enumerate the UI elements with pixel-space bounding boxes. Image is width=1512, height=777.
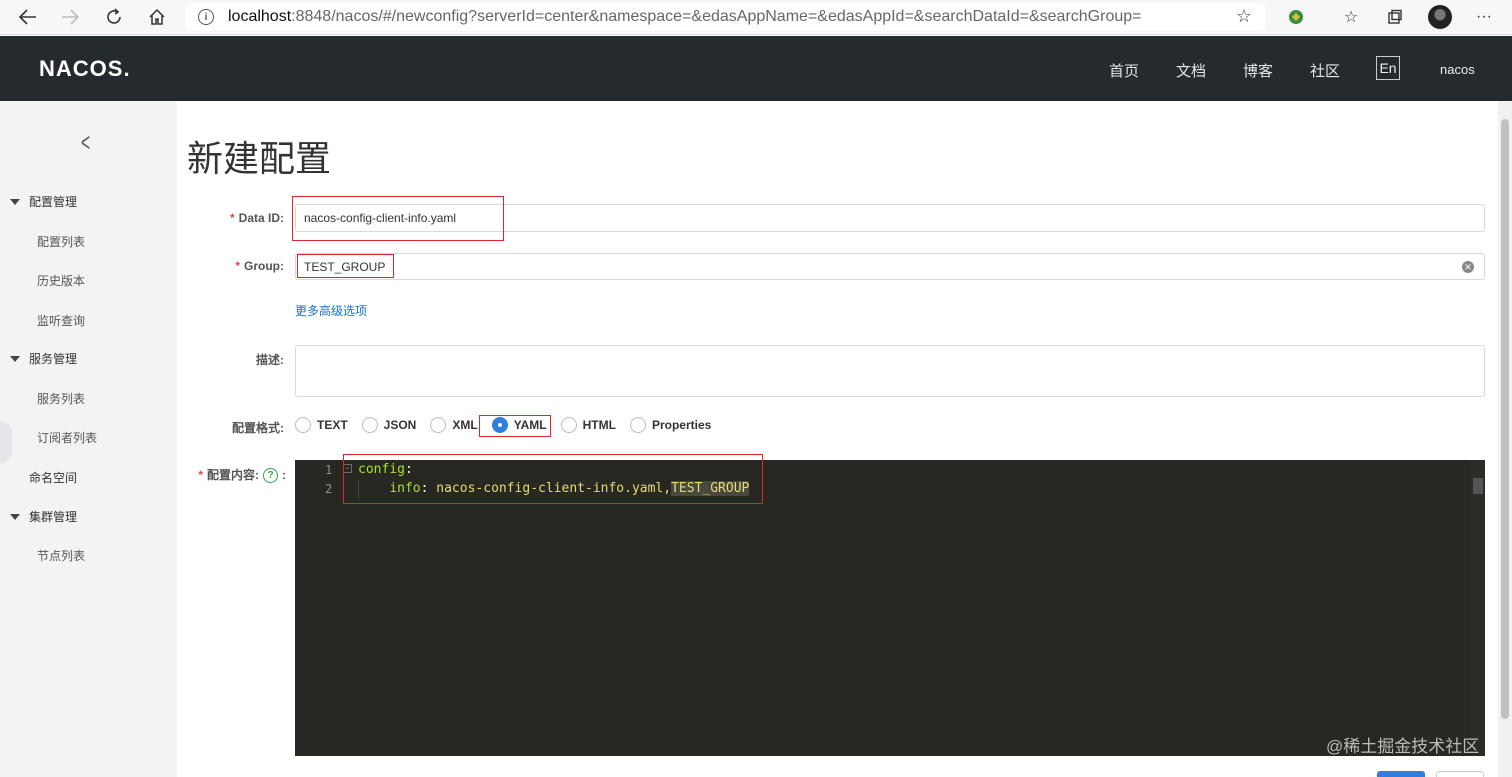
- sidebar-item-namespace[interactable]: 命名空间: [29, 469, 77, 486]
- home-icon[interactable]: [144, 5, 170, 29]
- group-input[interactable]: TEST_GROUP ✕: [295, 253, 1485, 280]
- editor-gutter: [295, 460, 340, 756]
- sidebar-group-cluster[interactable]: 集群管理: [10, 508, 77, 525]
- radio-label: Properties: [651, 418, 712, 432]
- nav-blog[interactable]: 博客: [1243, 60, 1273, 81]
- sidebar-group-config[interactable]: 配置管理: [10, 193, 77, 210]
- sidebar-group-label: 集群管理: [29, 510, 78, 524]
- page-title: 新建配置: [187, 138, 332, 179]
- description-textarea[interactable]: [295, 345, 1485, 397]
- browser-toolbar: i localhost:8848/nacos/#/newconfig?serve…: [0, 0, 1512, 35]
- radio-html[interactable]: HTML: [560, 417, 616, 433]
- sidebar-scroll-mark: [0, 421, 12, 463]
- description-label: 描述:: [256, 353, 284, 367]
- annotation-box-content: [343, 454, 763, 504]
- radio-label: TEXT: [317, 418, 348, 432]
- page-scrollbar[interactable]: [1498, 101, 1512, 777]
- help-icon[interactable]: ?: [263, 468, 278, 484]
- line-number: 1: [325, 463, 333, 477]
- info-icon[interactable]: i: [198, 9, 214, 25]
- sidebar: < 配置管理 配置列表 历史版本 监听查询 服务管理 服务列表 订阅者列表 命名…: [0, 101, 177, 777]
- sidebar-item-listener[interactable]: 监听查询: [37, 312, 85, 329]
- language-toggle[interactable]: En: [1376, 56, 1400, 80]
- nacos-logo[interactable]: NACOS.: [39, 56, 131, 82]
- clear-icon[interactable]: ✕: [1462, 261, 1474, 273]
- content-label-text: 配置内容:: [207, 468, 259, 482]
- back-arrow-icon[interactable]: [15, 5, 41, 29]
- url-path: :8848/nacos/#/newconfig?serverId=center&…: [291, 8, 1142, 25]
- group-label-text: Group:: [244, 259, 284, 273]
- radio-json[interactable]: JSON: [361, 417, 417, 433]
- page-scroll-thumb[interactable]: [1501, 119, 1509, 719]
- advanced-options-link[interactable]: 更多高级选项: [295, 302, 367, 319]
- extension-icon[interactable]: [1282, 4, 1310, 30]
- format-label: 配置格式:: [232, 421, 284, 435]
- line-number: 2: [325, 482, 333, 496]
- sidebar-item-subscribers[interactable]: 订阅者列表: [37, 429, 97, 446]
- user-name[interactable]: nacos: [1440, 62, 1475, 77]
- content-label: * 配置内容:?:: [186, 466, 286, 484]
- nav-community[interactable]: 社区: [1310, 60, 1340, 81]
- collapse-sidebar-icon[interactable]: <: [81, 127, 90, 158]
- url-host: localhost: [228, 8, 292, 25]
- radio-circle: [430, 417, 447, 433]
- required-mark: *: [198, 468, 203, 482]
- radio-circle: [629, 417, 646, 433]
- collections-icon[interactable]: [1381, 4, 1409, 30]
- sidebar-group-label: 服务管理: [29, 352, 78, 366]
- radio-label: JSON: [383, 418, 417, 432]
- sidebar-item-service-list[interactable]: 服务列表: [37, 390, 85, 407]
- refresh-icon[interactable]: [101, 5, 127, 29]
- radio-circle: [361, 417, 378, 433]
- editor-scrollbar[interactable]: [1471, 460, 1485, 756]
- required-mark: *: [229, 211, 235, 225]
- code-editor[interactable]: 1 2 - config: info: nacos-config-client-…: [295, 460, 1485, 756]
- annotation-box-group: [297, 254, 394, 278]
- caret-down-icon: [10, 198, 20, 205]
- nav-docs[interactable]: 文档: [1176, 60, 1206, 81]
- annotation-box-dataid: [292, 196, 504, 241]
- forward-arrow-icon[interactable]: [57, 5, 83, 29]
- radio-circle: [560, 417, 577, 433]
- back-button[interactable]: [1436, 771, 1484, 777]
- app-header: NACOS. 首页 文档 博客 社区 En nacos: [0, 36, 1512, 101]
- radio-label: HTML: [582, 418, 616, 432]
- sidebar-group-service[interactable]: 服务管理: [10, 350, 77, 367]
- address-bar[interactable]: i localhost:8848/nacos/#/newconfig?serve…: [186, 3, 1266, 31]
- caret-down-icon: [10, 355, 20, 362]
- data-id-label: * Data ID:: [200, 211, 284, 225]
- radio-text[interactable]: TEXT: [295, 417, 348, 433]
- editor-scroll-thumb[interactable]: [1473, 478, 1483, 494]
- radio-xml[interactable]: XML: [430, 417, 478, 433]
- caret-down-icon: [10, 513, 20, 520]
- group-label: * Group:: [200, 259, 284, 273]
- watermark: @稀土掘金技术社区: [1326, 737, 1480, 756]
- data-id-label-text: Data ID:: [238, 211, 284, 225]
- sidebar-item-history[interactable]: 历史版本: [37, 272, 85, 289]
- radio-circle: [295, 417, 311, 433]
- radio-properties[interactable]: Properties: [629, 417, 712, 433]
- sidebar-item-config-list[interactable]: 配置列表: [37, 233, 85, 250]
- more-menu-icon[interactable]: ···: [1470, 4, 1498, 30]
- profile-avatar[interactable]: [1428, 5, 1452, 29]
- required-mark: *: [235, 259, 240, 273]
- favorite-star-icon[interactable]: ☆: [1236, 6, 1252, 27]
- sidebar-group-label: 配置管理: [29, 195, 78, 209]
- favorites-icon[interactable]: ☆: [1337, 4, 1365, 30]
- radio-label: XML: [452, 418, 478, 432]
- content-label-colon: :: [282, 468, 286, 482]
- annotation-box-yaml: [479, 415, 551, 437]
- publish-button[interactable]: [1377, 771, 1425, 777]
- sidebar-item-nodes[interactable]: 节点列表: [37, 547, 85, 564]
- nav-home[interactable]: 首页: [1109, 60, 1139, 81]
